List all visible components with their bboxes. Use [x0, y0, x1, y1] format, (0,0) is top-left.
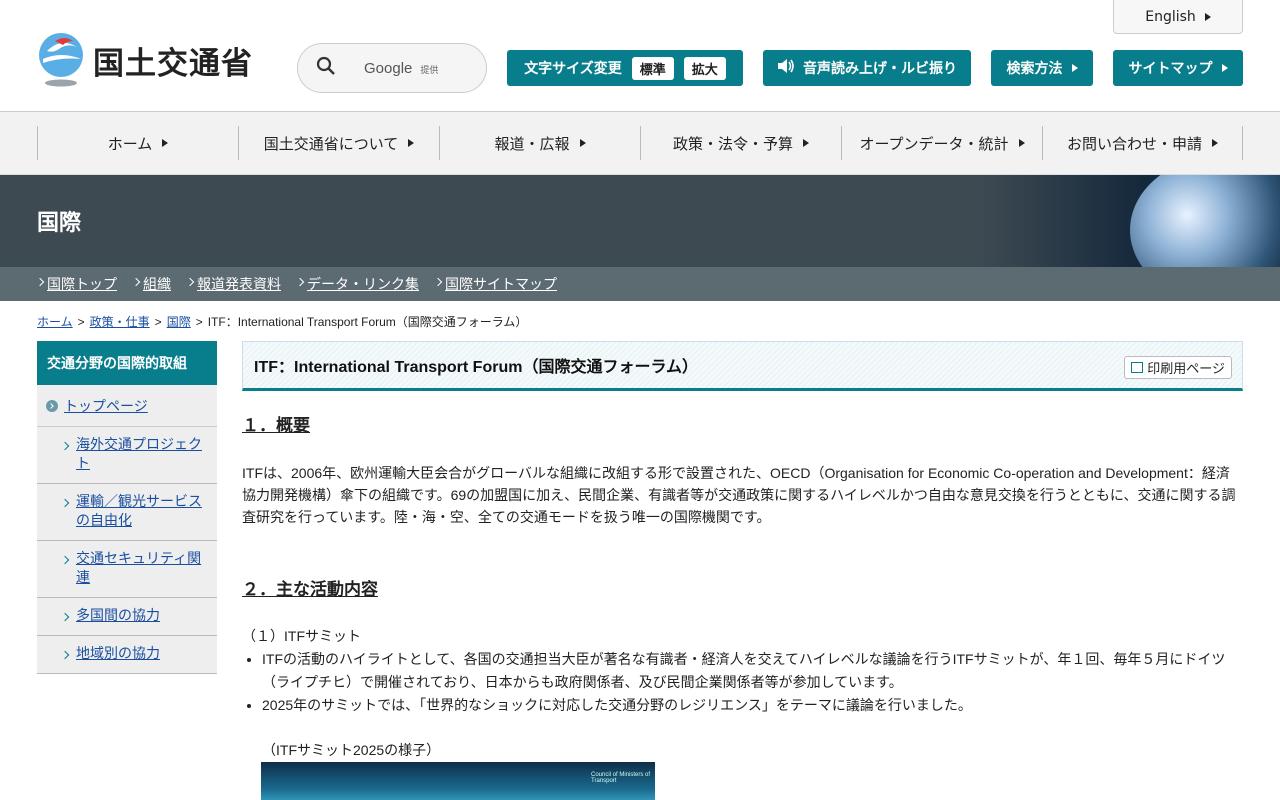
summit-photo: Council of Ministers of Transport — [261, 762, 655, 800]
breadcrumb-separator: > — [154, 315, 162, 329]
sidebar: 交通分野の国際的取組 トップページ 海外交通プロジェクト 運輸／観光サービスの自… — [37, 341, 217, 674]
gnav-policy[interactable]: 政策・法令・予算 — [640, 126, 841, 160]
gnav-label: ホーム — [107, 134, 153, 153]
breadcrumb-separator: > — [195, 315, 203, 329]
section-heading-activities: ２．主な活動内容 — [242, 580, 378, 599]
sidebar-link[interactable]: 地域別の協力 — [63, 645, 205, 664]
speech-label: 音声読み上げ・ルビ振り — [803, 61, 957, 77]
fontsize-control: 文字サイズ変更 標準 拡大 — [507, 50, 743, 86]
main-content: ITF：International Transport Forum（国際交通フォ… — [242, 341, 1243, 800]
arrow-right-icon — [1018, 139, 1025, 147]
breadcrumb-home[interactable]: ホーム — [37, 315, 73, 329]
global-nav: ホーム 国土交通省について 報道・広報 政策・法令・予算 オープンデータ・統計 … — [0, 112, 1280, 175]
gnav-label: 国土交通省について — [263, 134, 399, 153]
gnav-press[interactable]: 報道・広報 — [439, 126, 640, 160]
summit-heading: （１）ITFサミット — [242, 628, 361, 644]
gnav-opendata[interactable]: オープンデータ・統計 — [841, 126, 1042, 160]
overview-paragraph: ITFは、2006年、欧州運輸大臣会合がグローバルな組織に改組する形で設置された… — [242, 465, 1236, 525]
arrow-right-icon — [162, 139, 169, 147]
gnav-contact[interactable]: お問い合わせ・申請 — [1042, 126, 1243, 160]
sidebar-link[interactable]: 交通セキュリティ関連 — [63, 550, 205, 588]
sidebar-heading: 交通分野の国際的取組 — [37, 341, 217, 385]
section-title: 国際 — [37, 211, 82, 236]
mlit-logo-icon — [37, 33, 85, 87]
section-subnav: 国際トップ 組織 報道発表資料 データ・リンク集 国際サイトマップ — [0, 267, 1280, 301]
search-suffix: 提供 — [420, 64, 439, 75]
sidebar-link[interactable]: 多国間の協力 — [63, 607, 205, 626]
search-brand: Google — [364, 59, 413, 77]
speech-button[interactable]: 音声読み上げ・ルビ振り — [763, 50, 971, 86]
section-banner: 国際 — [0, 175, 1280, 267]
gnav-label: オープンデータ・統計 — [859, 134, 1009, 153]
page-title: ITF：International Transport Forum（国際交通フォ… — [254, 359, 698, 376]
english-label: English — [1145, 8, 1196, 25]
subnav-data-links[interactable]: データ・リンク集 — [297, 274, 419, 294]
arrow-right-icon — [803, 139, 809, 147]
subnav-intl-top[interactable]: 国際トップ — [37, 274, 117, 294]
site-name: 国土交通省 — [93, 45, 253, 82]
sidebar-item-overseas-projects[interactable]: 海外交通プロジェクト — [37, 427, 217, 484]
sidebar-item-security[interactable]: 交通セキュリティ関連 — [37, 541, 217, 598]
sidebar-top-link[interactable]: トップページ — [64, 396, 148, 416]
fontsize-label: 文字サイズ変更 — [524, 61, 622, 77]
sitemap-button[interactable]: サイトマップ — [1113, 50, 1243, 86]
photo-sign-text: Council of Ministers of Transport — [591, 772, 651, 784]
sitemap-label: サイトマップ — [1128, 61, 1213, 77]
page-title-box: ITF：International Transport Forum（国際交通フォ… — [242, 341, 1243, 391]
gnav-label: 報道・広報 — [494, 134, 570, 153]
sidebar-item-liberalization[interactable]: 運輸／観光サービスの自由化 — [37, 484, 217, 541]
arrow-right-icon — [1204, 12, 1211, 21]
subnav-intl-sitemap[interactable]: 国際サイトマップ — [435, 274, 557, 294]
gnav-label: お問い合わせ・申請 — [1066, 134, 1202, 153]
search-placeholder: Google 提供 — [364, 60, 438, 77]
search-box[interactable]: Google 提供 — [297, 43, 487, 93]
arrow-right-icon — [1071, 64, 1078, 72]
print-label: 印刷用ページ — [1147, 362, 1225, 377]
breadcrumb-intl[interactable]: 国際 — [167, 315, 191, 329]
breadcrumb-policy[interactable]: 政策・仕事 — [90, 315, 150, 329]
photo-caption: （ITFサミット2025の様子） — [262, 742, 441, 758]
speaker-icon — [777, 58, 795, 78]
circle-arrow-icon — [46, 399, 58, 412]
search-method-label: 検索方法 — [1006, 61, 1063, 77]
search-method-button[interactable]: 検索方法 — [991, 50, 1093, 86]
sidebar-item-top[interactable]: トップページ — [37, 385, 217, 427]
arrow-right-icon — [579, 139, 586, 147]
sidebar-link[interactable]: 海外交通プロジェクト — [63, 436, 205, 474]
globe-image — [1130, 175, 1280, 267]
search-icon[interactable] — [316, 56, 336, 80]
site-logo[interactable]: 国土交通省 — [37, 33, 253, 87]
subnav-organization[interactable]: 組織 — [133, 274, 171, 294]
printer-icon — [1131, 362, 1144, 373]
arrow-right-icon — [408, 139, 415, 147]
gnav-about[interactable]: 国土交通省について — [238, 126, 439, 160]
gnav-home[interactable]: ホーム — [37, 126, 238, 160]
gnav-label: 政策・法令・予算 — [672, 134, 793, 153]
breadcrumb: ホーム > 政策・仕事 > 国際 > ITF：International Transport… — [37, 313, 527, 330]
sidebar-item-regional[interactable]: 地域別の協力 — [37, 636, 217, 674]
fontsize-normal-button[interactable]: 標準 — [631, 56, 674, 80]
breadcrumb-separator: > — [77, 315, 85, 329]
fontsize-large-button[interactable]: 拡大 — [683, 56, 726, 80]
arrow-right-icon — [1212, 139, 1218, 147]
sidebar-link[interactable]: 運輸／観光サービスの自由化 — [63, 493, 205, 531]
arrow-right-icon — [1221, 64, 1228, 72]
list-item: 2025年のサミットでは、「世界的なショックに対応した交通分野のレジリエンス」を… — [262, 694, 1243, 717]
list-item: ITFの活動のハイライトとして、各国の交通担当大臣が著名な有識者・経済人を交えて… — [262, 648, 1243, 694]
summit-list: ITFの活動のハイライトとして、各国の交通担当大臣が著名な有識者・経済人を交えて… — [242, 648, 1243, 717]
section-heading-overview: １．概要 — [242, 416, 310, 435]
subnav-press-releases[interactable]: 報道発表資料 — [187, 274, 281, 294]
print-button[interactable]: 印刷用ページ — [1124, 356, 1232, 379]
english-link[interactable]: English — [1113, 0, 1243, 34]
breadcrumb-current: ITF：International Transport Forum（国際交通フォ… — [207, 315, 528, 329]
sidebar-item-multilateral[interactable]: 多国間の協力 — [37, 598, 217, 636]
site-header: 国土交通省 Google 提供 文字サイズ変更 標準 拡大 音声読み上げ・ルビ振り… — [0, 0, 1280, 112]
